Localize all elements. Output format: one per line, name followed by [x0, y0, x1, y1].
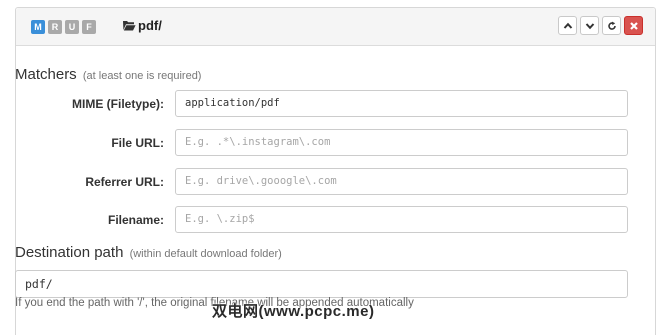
chevron-down-icon	[585, 22, 594, 29]
refresh-button[interactable]	[602, 16, 621, 35]
matchers-heading: Matchers (at least one is required)	[15, 66, 201, 83]
filename-input[interactable]: E.g. \.zip$	[175, 206, 628, 233]
destination-path-input[interactable]: pdf/	[15, 270, 628, 298]
destination-heading: Destination path (within default downloa…	[15, 244, 282, 261]
rule-title-group: pdf/	[122, 18, 162, 33]
rule-actions	[558, 16, 643, 35]
rule-header: M R U F pdf/	[16, 8, 655, 46]
mime-label: MIME (Filetype):	[72, 97, 164, 111]
flag-url[interactable]: U	[65, 20, 79, 34]
rule-title: pdf/	[138, 18, 162, 33]
move-down-button[interactable]	[580, 16, 599, 35]
file-url-input[interactable]: E.g. .*\.instagram\.com	[175, 129, 628, 156]
referrer-url-input[interactable]: E.g. drive\.gooogle\.com	[175, 168, 628, 195]
matchers-title: Matchers	[15, 66, 77, 83]
close-icon	[629, 21, 638, 30]
referrer-url-label: Referrer URL:	[85, 175, 164, 189]
destination-hint: (within default download folder)	[129, 248, 282, 260]
match-flags: M R U F	[31, 20, 96, 34]
matchers-hint: (at least one is required)	[82, 70, 202, 82]
mime-input[interactable]: application/pdf	[175, 90, 628, 117]
filename-label: Filename:	[107, 213, 164, 227]
delete-button[interactable]	[624, 16, 643, 35]
flag-mime[interactable]: M	[31, 20, 45, 34]
chevron-up-icon	[563, 22, 572, 29]
move-up-button[interactable]	[558, 16, 577, 35]
flag-referrer[interactable]: R	[48, 20, 62, 34]
folder-open-icon	[123, 21, 136, 31]
watermark: 双电网(www.pcpc.me)	[212, 303, 375, 320]
refresh-icon	[607, 21, 616, 30]
destination-title: Destination path	[15, 244, 124, 261]
flag-filename[interactable]: F	[82, 20, 96, 34]
file-url-label: File URL:	[111, 136, 164, 150]
